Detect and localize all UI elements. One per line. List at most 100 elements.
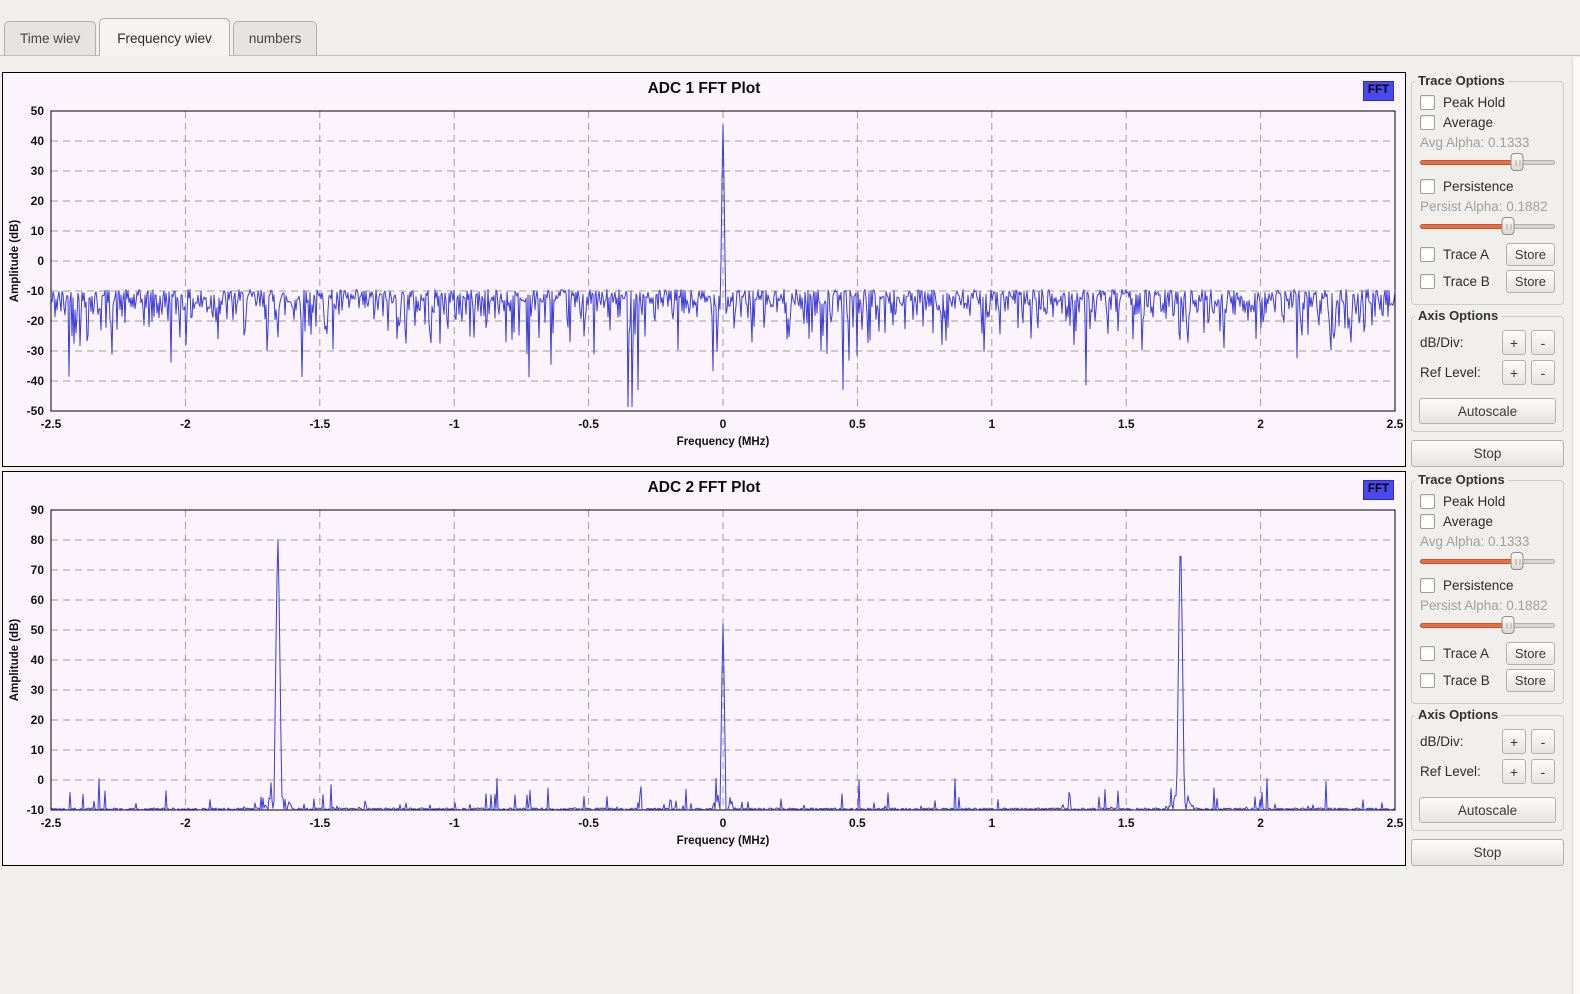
checkbox-icon[interactable] — [1420, 247, 1435, 262]
checkbox-icon[interactable] — [1420, 578, 1435, 593]
svg-text:10: 10 — [31, 743, 45, 757]
svg-text:-0.5: -0.5 — [578, 816, 599, 830]
checkbox-icon[interactable] — [1420, 115, 1435, 130]
svg-text:-10: -10 — [27, 803, 45, 817]
slider-fill — [1420, 224, 1508, 229]
tab-bar: Time wiev Frequency wiev numbers — [0, 0, 1580, 56]
svg-text:0: 0 — [37, 773, 44, 787]
adc1-options-column: Trace Options Peak Hold Average Avg Alph… — [1411, 72, 1564, 467]
checkbox-icon[interactable] — [1420, 514, 1435, 529]
trace-options-group: Trace Options Peak Hold Average Avg Alph… — [1411, 480, 1564, 704]
ref-level-minus-button[interactable]: - — [1531, 360, 1555, 385]
persist-alpha-value: Persist Alpha: 0.1882 — [1420, 199, 1555, 214]
svg-text:40: 40 — [31, 653, 45, 667]
svg-text:2.5: 2.5 — [1387, 816, 1404, 830]
adc2-options-column: Trace Options Peak Hold Average Avg Alph… — [1411, 471, 1564, 866]
store-trace-a-button[interactable]: Store — [1506, 642, 1555, 665]
slider-thumb[interactable] — [1511, 153, 1524, 171]
adc1-plot-header: ADC 1 FFT Plot FFT — [3, 73, 1405, 105]
trace-a-row: Trace A Store — [1420, 642, 1555, 665]
autoscale-button[interactable]: Autoscale — [1419, 398, 1556, 424]
svg-text:90: 90 — [31, 503, 45, 517]
store-trace-a-button[interactable]: Store — [1506, 243, 1555, 266]
average-label: Average — [1443, 514, 1493, 529]
trace-a-row: Trace A Store — [1420, 243, 1555, 266]
db-div-label: dB/Div: — [1420, 335, 1497, 350]
trace-options-group: Trace Options Peak Hold Average Avg Alph… — [1411, 81, 1564, 305]
fft-badge: FFT — [1363, 81, 1394, 101]
slider-fill — [1420, 559, 1517, 564]
persist-alpha-slider[interactable] — [1420, 217, 1555, 236]
peak-hold-checkbox[interactable]: Peak Hold — [1420, 95, 1555, 110]
adc2-plot-header: ADC 2 FFT Plot FFT — [3, 472, 1405, 504]
adc1-fft-chart[interactable]: 50403020100-10-20-30-40-50-2.5-2-1.5-1-0… — [5, 105, 1403, 453]
trace-a-checkbox[interactable]: Trace A — [1420, 247, 1489, 262]
trace-b-label: Trace B — [1443, 673, 1490, 688]
adc2-fft-chart[interactable]: 9080706050403020100-10-2.5-2-1.5-1-0.500… — [5, 504, 1403, 852]
ref-level-label: Ref Level: — [1420, 764, 1497, 779]
stop-button[interactable]: Stop — [1411, 839, 1564, 866]
ref-level-plus-button[interactable]: + — [1502, 759, 1526, 784]
slider-thumb[interactable] — [1511, 552, 1524, 570]
slider-thumb[interactable] — [1502, 616, 1515, 634]
persistence-label: Persistence — [1443, 179, 1514, 194]
stop-button[interactable]: Stop — [1411, 440, 1564, 467]
svg-text:10: 10 — [31, 224, 45, 238]
trace-b-row: Trace B Store — [1420, 669, 1555, 692]
slider-thumb[interactable] — [1502, 217, 1515, 235]
peak-hold-label: Peak Hold — [1443, 95, 1505, 110]
ref-level-plus-button[interactable]: + — [1502, 360, 1526, 385]
db-div-plus-button[interactable]: + — [1502, 729, 1526, 754]
persist-alpha-slider[interactable] — [1420, 616, 1555, 635]
adc1-plot-panel: ADC 1 FFT Plot FFT 50403020100-10-20-30-… — [2, 72, 1406, 467]
peak-hold-label: Peak Hold — [1443, 494, 1505, 509]
axis-options-group: Axis Options dB/Div: + - Ref Level: + - … — [1411, 316, 1564, 432]
svg-text:1.5: 1.5 — [1118, 816, 1135, 830]
persistence-checkbox[interactable]: Persistence — [1420, 578, 1555, 593]
svg-text:50: 50 — [31, 623, 45, 637]
svg-text:80: 80 — [31, 533, 45, 547]
svg-text:60: 60 — [31, 593, 45, 607]
svg-text:2.5: 2.5 — [1387, 417, 1404, 431]
svg-text:-2.5: -2.5 — [41, 417, 62, 431]
average-checkbox[interactable]: Average — [1420, 514, 1555, 529]
svg-text:1: 1 — [988, 816, 995, 830]
db-div-label: dB/Div: — [1420, 734, 1497, 749]
adc1-plot-title: ADC 1 FFT Plot — [3, 80, 1405, 98]
ref-level-label: Ref Level: — [1420, 365, 1497, 380]
avg-alpha-slider[interactable] — [1420, 153, 1555, 172]
svg-text:Amplitude (dB): Amplitude (dB) — [9, 220, 21, 303]
svg-text:0.5: 0.5 — [849, 816, 866, 830]
svg-text:-0.5: -0.5 — [578, 417, 599, 431]
checkbox-icon[interactable] — [1420, 646, 1435, 661]
adc1-row: ADC 1 FFT Plot FFT 50403020100-10-20-30-… — [2, 72, 1580, 467]
store-trace-b-button[interactable]: Store — [1506, 669, 1555, 692]
autoscale-button[interactable]: Autoscale — [1419, 797, 1556, 823]
db-div-minus-button[interactable]: - — [1531, 330, 1555, 355]
average-checkbox[interactable]: Average — [1420, 115, 1555, 130]
peak-hold-checkbox[interactable]: Peak Hold — [1420, 494, 1555, 509]
tab-frequency-wiev[interactable]: Frequency wiev — [99, 18, 230, 56]
svg-text:-2.5: -2.5 — [41, 816, 62, 830]
checkbox-icon[interactable] — [1420, 673, 1435, 688]
trace-b-checkbox[interactable]: Trace B — [1420, 673, 1490, 688]
store-trace-b-button[interactable]: Store — [1506, 270, 1555, 293]
avg-alpha-slider[interactable] — [1420, 552, 1555, 571]
persistence-checkbox[interactable]: Persistence — [1420, 179, 1555, 194]
ref-level-minus-button[interactable]: - — [1531, 759, 1555, 784]
checkbox-icon[interactable] — [1420, 95, 1435, 110]
svg-text:-50: -50 — [27, 404, 45, 418]
avg-alpha-value: Avg Alpha: 0.1333 — [1420, 534, 1555, 549]
checkbox-icon[interactable] — [1420, 274, 1435, 289]
db-div-row: dB/Div: + - — [1420, 729, 1555, 754]
db-div-minus-button[interactable]: - — [1531, 729, 1555, 754]
trace-a-checkbox[interactable]: Trace A — [1420, 646, 1489, 661]
trace-a-label: Trace A — [1443, 247, 1489, 262]
checkbox-icon[interactable] — [1420, 179, 1435, 194]
checkbox-icon[interactable] — [1420, 494, 1435, 509]
trace-b-checkbox[interactable]: Trace B — [1420, 274, 1490, 289]
tab-numbers[interactable]: numbers — [233, 21, 318, 55]
tab-time-wiev[interactable]: Time wiev — [4, 21, 96, 55]
svg-text:Amplitude (dB): Amplitude (dB) — [9, 619, 21, 702]
db-div-plus-button[interactable]: + — [1502, 330, 1526, 355]
